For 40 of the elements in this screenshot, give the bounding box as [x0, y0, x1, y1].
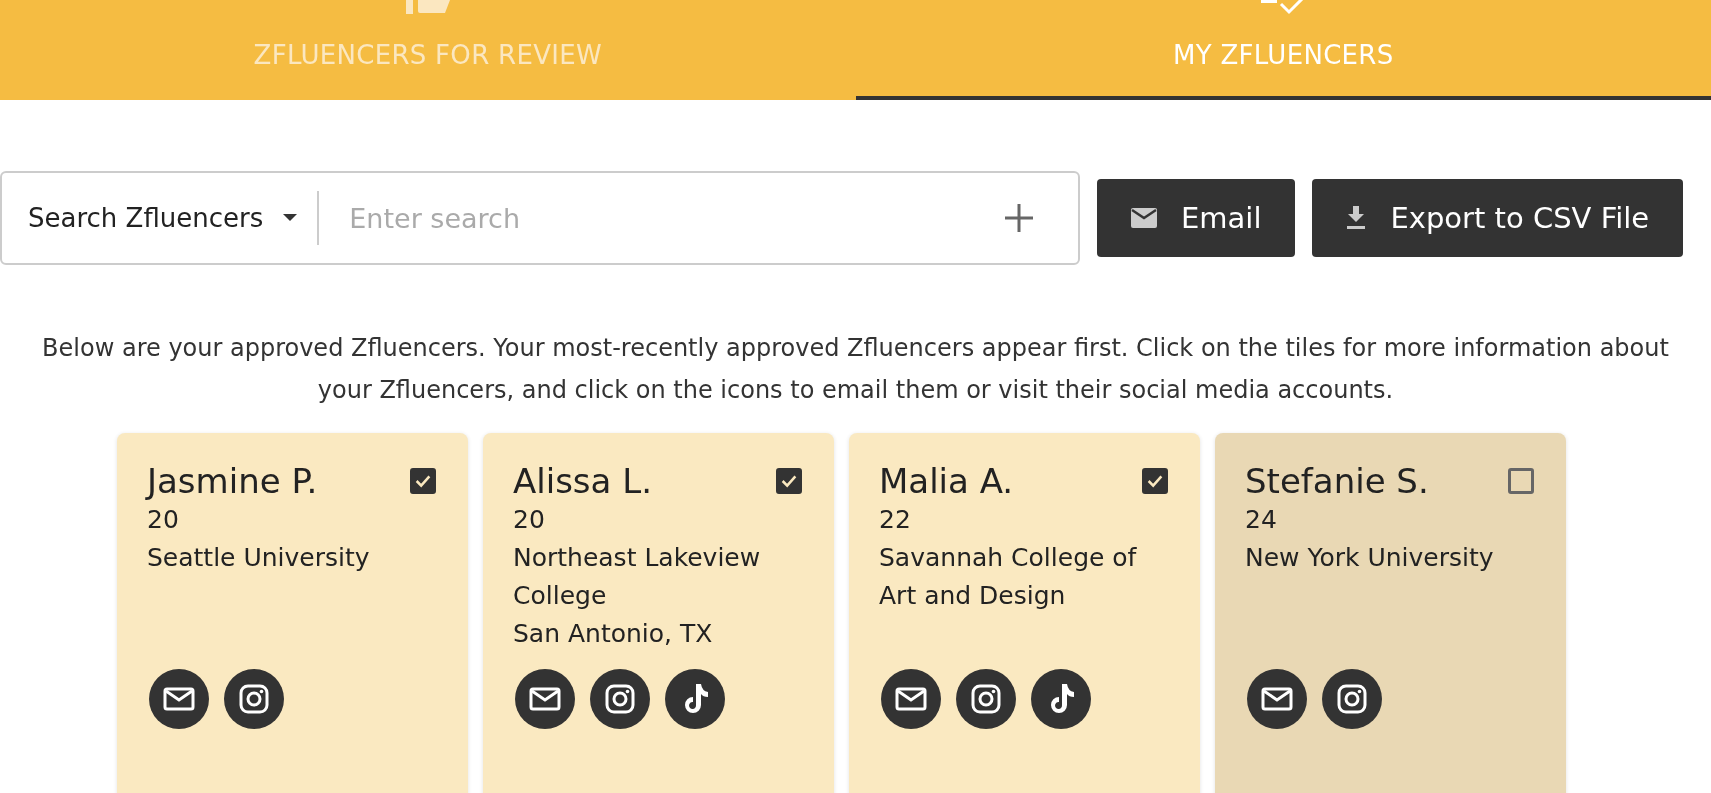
checkbox[interactable] [1508, 468, 1534, 494]
card-age: 22 [879, 504, 912, 536]
plus-icon[interactable] [1004, 203, 1034, 233]
zfluencer-card[interactable]: Stefanie S. 24 New York University [1215, 433, 1566, 793]
mail-icon[interactable] [149, 669, 209, 729]
card-school: Northeast Lakeview College [513, 542, 762, 612]
card-age: 20 [513, 504, 546, 536]
action-button[interactable]: Email [1097, 179, 1296, 257]
instagram-icon[interactable] [1322, 669, 1382, 729]
checkbox[interactable] [410, 468, 436, 494]
card-name: Jasmine P. [147, 461, 318, 501]
card-age: 20 [147, 504, 180, 536]
checklist-icon [1261, 0, 1306, 16]
card-school: Savannah College of Art and Design [879, 542, 1138, 612]
checkbox[interactable] [1142, 468, 1168, 494]
instagram-icon[interactable] [224, 669, 284, 729]
checkbox[interactable] [776, 468, 802, 494]
search-field[interactable]: Search Zfluencers Enter search [0, 171, 1080, 265]
description-text: Below are your approved Zfluencers. Your most-recently approved Zfluencers appear first. Click on the tiles for more information about your Zfluencers, and click on the icons to email them or visit their social media accounts. [41, 333, 1670, 406]
zfluencer-card[interactable]: Alissa L. 20 Northeast Lakeview College San Antonio, TX [483, 433, 834, 793]
instagram-icon[interactable] [590, 669, 650, 729]
mail-icon[interactable] [1247, 669, 1307, 729]
download-icon [1346, 206, 1367, 230]
instagram-icon[interactable] [956, 669, 1016, 729]
mail-icon[interactable] [881, 669, 941, 729]
mail-icon [1131, 208, 1157, 228]
card-name: Stefanie S. [1245, 461, 1429, 501]
mail-icon[interactable] [515, 669, 575, 729]
tiktok-icon[interactable] [1031, 669, 1091, 729]
action-button[interactable]: Export to CSV File [1312, 179, 1684, 257]
card-location: San Antonio, TX [513, 618, 714, 650]
card-school: New York University [1245, 542, 1495, 574]
card-school: Seattle University [147, 542, 371, 574]
zfluencer-card[interactable]: Malia A. 22 Savannah College of Art and Design [849, 433, 1200, 793]
tiktok-icon[interactable] [665, 669, 725, 729]
zfluencer-card[interactable]: Jasmine P. 20 Seattle University [117, 433, 468, 793]
card-name: Alissa L. [513, 461, 652, 501]
card-age: 24 [1245, 504, 1278, 536]
caret-icon [283, 214, 298, 222]
card-name: Malia A. [879, 461, 1014, 501]
